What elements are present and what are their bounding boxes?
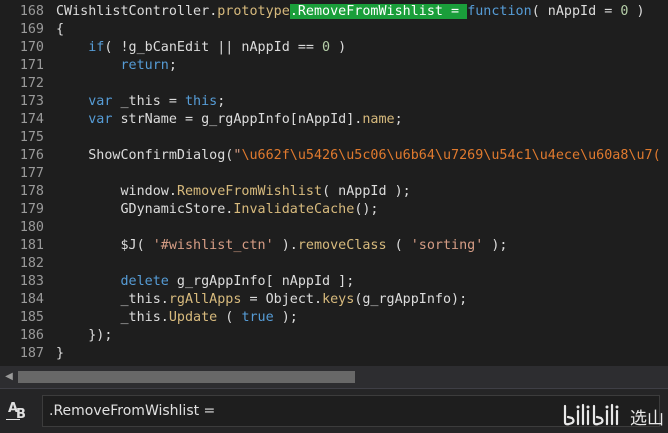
code-editor[interactable]: 168 CWishlistController.prototype.RemoveF… [0, 0, 668, 366]
code-token: var [88, 94, 113, 109]
code-token: keys [322, 292, 355, 307]
code-token: _this. [56, 292, 169, 307]
find-bar: A B [0, 388, 668, 433]
line-number: 176 [19, 148, 44, 163]
code-token: CWishlistController [56, 4, 210, 19]
line-number: 186 [19, 328, 44, 343]
code-token: ( !g_bCanEdit || nAppId == [104, 40, 323, 55]
scrollbar-thumb[interactable] [18, 371, 355, 383]
line-number: 185 [19, 310, 44, 325]
code-token: $J( [56, 238, 153, 253]
line-number: 179 [19, 202, 44, 217]
line-number: 187 [19, 346, 44, 361]
code-token: prototype [217, 4, 290, 19]
find-input[interactable] [42, 395, 660, 427]
code-token: window. [56, 184, 177, 199]
code-token: ). [273, 238, 298, 253]
code-token: rgAllApps [168, 292, 242, 307]
search-match-highlight: .RemoveFromWishlist = [289, 4, 468, 19]
code-token: return [120, 58, 169, 73]
code-text: }); [56, 327, 112, 345]
code-token: _this. [56, 310, 169, 325]
code-token: InvalidateCache [233, 202, 355, 217]
code-token: GDynamicStore. [56, 202, 234, 217]
code-token: strName = g_rgAppInfo[nAppId]. [112, 112, 363, 127]
code-token: ); [483, 238, 508, 253]
line-number: 170 [19, 40, 44, 55]
line-number: 178 [19, 184, 44, 199]
code-token: { [56, 22, 65, 37]
code-token: ; [217, 94, 226, 109]
code-text: if( !g_bCanEdit || nAppId == 0 ) [56, 39, 346, 57]
line-number: 168 [19, 4, 44, 19]
code-token: removeClass [297, 238, 387, 253]
code-token: = Object. [241, 292, 323, 307]
code-token: (); [354, 202, 379, 217]
code-token: '#wishlist_ctn' [152, 238, 274, 253]
code-text: window.RemoveFromWishlist( nAppId ); [56, 183, 411, 201]
line-number: 180 [19, 220, 44, 235]
match-case-icon[interactable]: A B [4, 399, 30, 425]
code-text: var _this = this; [56, 93, 225, 111]
code-text: _this.rgAllApps = Object.keys(g_rgAppInf… [56, 291, 467, 309]
code-text: _this.Update ( true ); [56, 309, 298, 327]
code-text: $J( '#wishlist_ctn' ).removeClass ( 'sor… [56, 237, 508, 255]
code-token: ( [386, 238, 411, 253]
code-text: } [56, 345, 64, 363]
code-token: ( nAppId ); [322, 184, 411, 199]
code-token: ); [273, 310, 298, 325]
code-token: ; [168, 58, 177, 73]
code-token: ( nAppId = [531, 4, 621, 19]
code-token: \u662f\u5426\u5c06\u6b64\u7269\u54c1\u4e… [241, 148, 661, 163]
horizontal-scrollbar[interactable]: ◀ [0, 366, 668, 388]
line-number: 177 [19, 166, 44, 181]
code-token: true [241, 310, 274, 325]
code-token: name [362, 112, 395, 127]
line-number: 184 [19, 292, 44, 307]
code-token: RemoveFromWishlist [176, 184, 323, 199]
code-token: delete [120, 274, 169, 289]
code-token: var [88, 112, 113, 127]
code-token: Update [168, 310, 218, 325]
line-number: 181 [19, 238, 44, 253]
code-token: } [56, 346, 65, 361]
code-text: return; [56, 57, 177, 75]
line-number: 182 [19, 256, 44, 271]
code-text: var strName = g_rgAppInfo[nAppId].name; [56, 111, 403, 129]
code-token: _this = [112, 94, 185, 109]
code-token: g_rgAppInfo[ nAppId ]; [168, 274, 355, 289]
match-case-underline [6, 419, 20, 420]
code-text: GDynamicStore.InvalidateCache(); [56, 201, 379, 219]
code-text: { [56, 21, 64, 39]
code-token: 'sorting' [410, 238, 484, 253]
line-number: 172 [19, 76, 44, 91]
line-number: 173 [19, 94, 44, 109]
line-number: 183 [19, 274, 44, 289]
code-token: (g_rgAppInfo); [354, 292, 468, 307]
line-number: 174 [19, 112, 44, 127]
line-number: 171 [19, 58, 44, 73]
code-token: ) [628, 4, 645, 19]
code-token: ; [394, 112, 403, 127]
code-text: delete g_rgAppInfo[ nAppId ]; [56, 273, 355, 291]
code-token: if [88, 40, 105, 55]
scroll-left-icon[interactable]: ◀ [0, 366, 18, 388]
line-number: 175 [19, 130, 44, 145]
code-token: ( [217, 310, 242, 325]
code-token: }); [56, 328, 113, 343]
code-text: ShowConfirmDialog("\u662f\u5426\u5c06\u6… [56, 147, 661, 165]
code-token: ) [330, 40, 347, 55]
code-text: CWishlistController.prototype.RemoveFrom… [56, 3, 645, 21]
line-number: 169 [19, 22, 44, 37]
code-token: ShowConfirmDialog( [56, 148, 234, 163]
code-token: this [185, 94, 218, 109]
code-token: function [467, 4, 532, 19]
code-token: 0 [322, 40, 331, 55]
